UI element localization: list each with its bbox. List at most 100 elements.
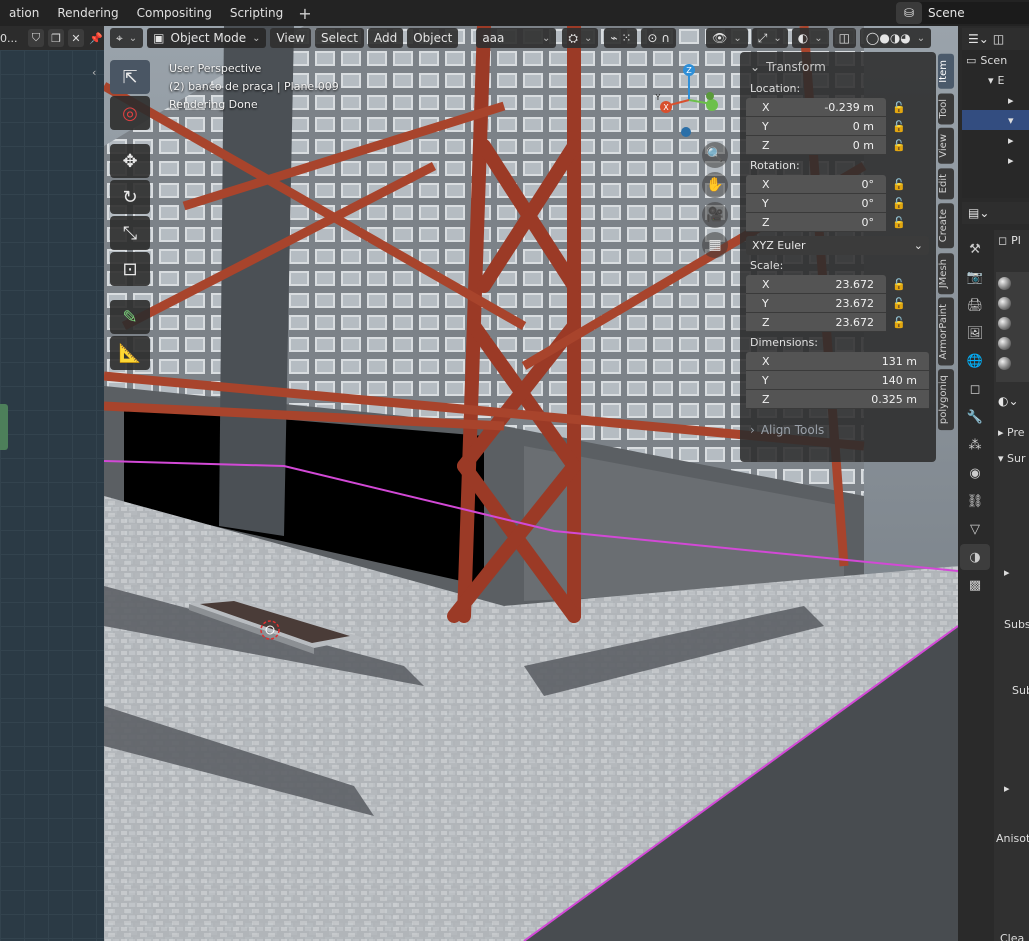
snap-icon[interactable]: ⌁ ⁙: [604, 28, 638, 48]
node-editor[interactable]: [0, 26, 104, 941]
editor-type-button[interactable]: ⌖: [110, 28, 144, 48]
menu-compositing[interactable]: Compositing: [128, 6, 221, 20]
tab-polygoniq[interactable]: polygoniq: [938, 369, 954, 431]
lock-icon[interactable]: 🔓: [886, 316, 912, 329]
dimension-y-field[interactable]: Y 140 m: [746, 371, 929, 390]
preview-section[interactable]: ▸ Pre: [998, 426, 1025, 439]
layer-dropdown[interactable]: aaa: [476, 28, 557, 48]
add-workspace-button[interactable]: +: [292, 4, 317, 23]
chevron-right-icon[interactable]: ▸: [1004, 566, 1010, 579]
tab-armorpaint[interactable]: ArmorPaint: [938, 297, 954, 366]
lock-icon[interactable]: 🔓: [886, 278, 912, 291]
pan-hand-icon[interactable]: ✋: [702, 172, 728, 198]
outliner-row[interactable]: ▸: [962, 90, 1029, 110]
properties-editor-icon[interactable]: ▤⌄: [968, 206, 989, 220]
visibility-icon[interactable]: 👁: [706, 28, 748, 48]
menu-view[interactable]: View: [270, 28, 311, 48]
particles-icon[interactable]: ⁂: [960, 432, 990, 458]
output-properties-icon[interactable]: 🖨: [960, 292, 990, 318]
scale-icon[interactable]: ⤡: [110, 216, 150, 250]
pin-icon[interactable]: 📌: [88, 29, 104, 47]
tab-item[interactable]: Item: [938, 54, 954, 89]
menu-add[interactable]: Add: [368, 28, 404, 48]
outliner-row[interactable]: ▸: [962, 130, 1029, 150]
grid-icon[interactable]: ▦: [702, 232, 728, 258]
outliner-row[interactable]: ▸: [962, 150, 1029, 170]
menu-rendering[interactable]: Rendering: [48, 6, 127, 20]
data-properties-icon[interactable]: ▽: [960, 516, 990, 542]
close-icon[interactable]: ✕: [68, 29, 84, 47]
zoom-icon[interactable]: 🔍: [702, 142, 728, 168]
dimension-z-field[interactable]: Z 0.325 m: [746, 390, 929, 409]
object-properties-icon[interactable]: ◻: [960, 376, 990, 402]
tab-create[interactable]: Create: [938, 203, 954, 249]
menu-animation[interactable]: ation: [0, 6, 48, 20]
tab-tool[interactable]: Tool: [938, 92, 954, 125]
menu-scripting[interactable]: Scripting: [221, 6, 292, 20]
scale-y-field[interactable]: Y 23.672: [746, 294, 886, 313]
material-slot[interactable]: [998, 274, 1028, 292]
xray-icon[interactable]: ◫: [832, 28, 856, 48]
physics-icon[interactable]: ◉: [960, 460, 990, 486]
rotation-y-field[interactable]: Y 0°: [746, 194, 886, 213]
lock-icon[interactable]: 🔓: [886, 297, 912, 310]
material-slot[interactable]: [998, 354, 1028, 372]
object-mode-dropdown[interactable]: ▣ Object Mode: [147, 28, 267, 48]
annotate-icon[interactable]: ✎: [110, 300, 150, 334]
lock-icon[interactable]: 🔓: [886, 178, 912, 191]
transform-icon[interactable]: ⊡: [110, 252, 150, 286]
scale-x-field[interactable]: X 23.672: [746, 275, 886, 294]
outliner-row-scene-collection[interactable]: ▭ Scen: [962, 50, 1029, 70]
move-icon[interactable]: ✥: [110, 144, 150, 178]
cursor-icon[interactable]: ◎: [110, 96, 150, 130]
view-layer-icon[interactable]: 🖼: [960, 320, 990, 346]
material-slot[interactable]: [998, 294, 1028, 312]
location-x-field[interactable]: X -0.239 m: [746, 98, 886, 117]
material-slot-list[interactable]: [996, 272, 1029, 382]
node-block[interactable]: [0, 404, 8, 450]
surface-section[interactable]: ▾ Sur: [998, 452, 1026, 465]
material-browse-button[interactable]: ◐⌄: [998, 394, 1019, 408]
modifier-properties-icon[interactable]: 🔧: [960, 404, 990, 430]
rotation-x-field[interactable]: X 0°: [746, 175, 886, 194]
transform-section-header[interactable]: ⌄ Transform: [746, 56, 930, 78]
align-tools-section-header[interactable]: › Align Tools: [746, 423, 930, 437]
texture-properties-icon[interactable]: ▩: [960, 572, 990, 598]
camera-icon[interactable]: 🎥: [702, 202, 728, 228]
constraints-icon[interactable]: ⛓: [960, 488, 990, 514]
proportional-edit-icon[interactable]: ⊙ ∩: [641, 28, 677, 48]
menu-select[interactable]: Select: [314, 28, 364, 48]
location-z-field[interactable]: Z0 m: [746, 136, 886, 155]
scale-z-field[interactable]: Z 23.672: [746, 313, 886, 332]
tab-jmesh[interactable]: JMesh: [938, 252, 954, 294]
lock-icon[interactable]: 🔓: [886, 101, 912, 114]
lock-icon[interactable]: 🔓: [886, 139, 912, 152]
menu-object[interactable]: Object: [407, 28, 459, 48]
transform-orientation-button[interactable]: ⛭: [562, 28, 599, 48]
rotation-mode-dropdown[interactable]: XYZ Euler ⌄: [746, 236, 929, 255]
world-properties-icon[interactable]: 🌐: [960, 348, 990, 374]
lock-icon[interactable]: 🔓: [886, 197, 912, 210]
outliner-row-collection[interactable]: ▾ E: [962, 70, 1029, 90]
measure-icon[interactable]: 📐: [110, 336, 150, 370]
filter-icon[interactable]: ◫: [993, 32, 1004, 46]
gizmo-icon[interactable]: ⤢: [751, 28, 788, 48]
outliner[interactable]: ▭ Scen ▾ E ▸ ▾ ▸ ▸: [962, 50, 1029, 198]
chevron-right-icon[interactable]: ▸: [1004, 782, 1010, 795]
tab-view[interactable]: View: [938, 128, 954, 164]
overlay-icon[interactable]: ◐: [791, 28, 829, 48]
shading-icon[interactable]: ◯●◑◕: [859, 28, 932, 48]
node-field[interactable]: 0...: [0, 32, 18, 45]
scene-selector[interactable]: ⛁ Scene: [896, 2, 1029, 24]
location-y-field[interactable]: Y0 m: [746, 117, 886, 136]
rotation-z-field[interactable]: Z 0°: [746, 213, 886, 232]
outliner-editor-icon[interactable]: ☰⌄: [968, 32, 989, 46]
lock-icon[interactable]: 🔓: [886, 120, 912, 133]
rotate-icon[interactable]: ↻: [110, 180, 150, 214]
material-slot[interactable]: [998, 334, 1028, 352]
copy-icon[interactable]: ❐: [48, 29, 64, 47]
dimension-x-field[interactable]: X 131 m: [746, 352, 929, 371]
render-properties-icon[interactable]: 📷: [960, 264, 990, 290]
outliner-row-selected[interactable]: ▾: [962, 110, 1029, 130]
material-properties-icon[interactable]: ◑: [960, 544, 990, 570]
